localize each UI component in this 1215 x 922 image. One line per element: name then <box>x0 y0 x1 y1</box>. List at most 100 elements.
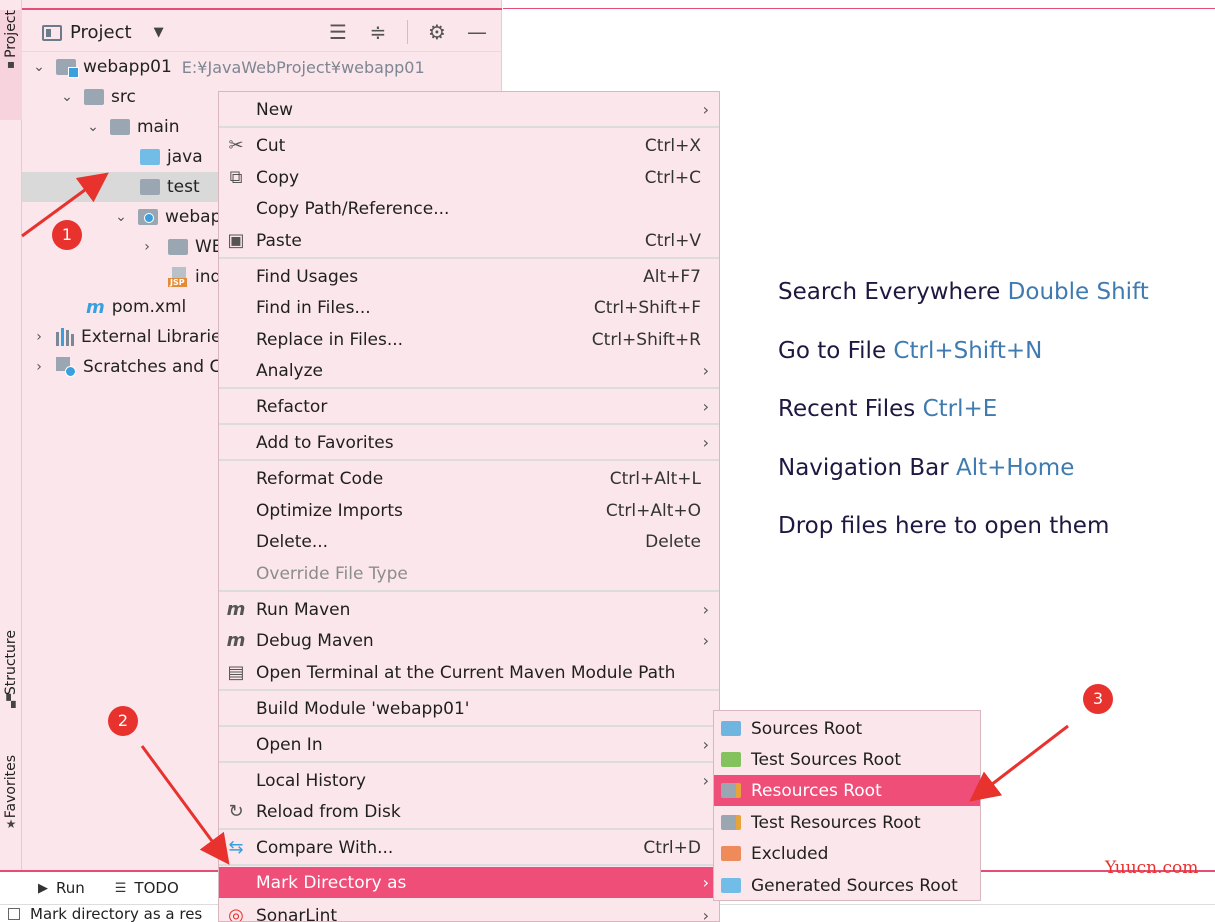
minimize-icon[interactable]: — <box>466 21 488 43</box>
test-resources-root-icon <box>721 815 741 830</box>
menu-item-shortcut: Delete <box>645 531 701 552</box>
menu-item-label: Debug Maven <box>256 630 374 651</box>
chevron-down-icon[interactable]: ⌄ <box>114 209 128 225</box>
menu-item-override-file-type: Override File Type <box>219 558 719 589</box>
hint-text: Drop files here to open them <box>778 513 1110 539</box>
project-view-selector[interactable]: Project ▼ <box>42 22 164 43</box>
menu-item-open-in[interactable]: Open In › <box>219 729 719 760</box>
star-icon: ★ <box>5 817 17 832</box>
menu-separator <box>219 689 719 691</box>
menu-item-shortcut: Ctrl+C <box>644 167 701 188</box>
clipboard-icon: ▣ <box>227 230 245 251</box>
submenu-item-excluded[interactable]: Excluded <box>714 838 980 869</box>
menu-item-add-to-favorites[interactable]: Add to Favorites › <box>219 427 719 458</box>
tree-node-webapp01[interactable]: ⌄ webapp01 E:¥JavaWebProject¥webapp01 <box>22 52 502 82</box>
bottom-tab-todo[interactable]: ☰ TODO <box>115 879 179 897</box>
menu-item-label: Find Usages <box>256 266 359 287</box>
bottom-tab-label: TODO <box>134 879 179 897</box>
menu-item-find-usages[interactable]: Find Usages Alt+F7 <box>219 261 719 292</box>
project-panel-header: Project ▼ ☰ ≑ ⚙ — <box>22 8 502 52</box>
submenu-item-label: Excluded <box>751 843 829 864</box>
submenu-item-resources-root[interactable]: Resources Root <box>714 775 980 806</box>
collapse-all-icon[interactable]: ≑ <box>367 21 389 43</box>
chevron-down-icon[interactable]: ⌄ <box>32 59 46 75</box>
menu-item-shortcut: Alt+F7 <box>643 266 701 287</box>
chevron-down-icon[interactable]: ⌄ <box>86 119 100 135</box>
tool-tab-favorites[interactable]: Favorites ★ <box>0 755 22 855</box>
menu-item-copy-path[interactable]: Copy Path/Reference... <box>219 193 719 224</box>
menu-item-replace-in-files[interactable]: Replace in Files... Ctrl+Shift+R <box>219 324 719 355</box>
menu-item-reformat-code[interactable]: Reformat Code Ctrl+Alt+L <box>219 463 719 494</box>
tree-node-label: src <box>111 87 136 107</box>
menu-item-find-in-files[interactable]: Find in Files... Ctrl+Shift+F <box>219 292 719 323</box>
menu-item-new[interactable]: New › <box>219 94 719 125</box>
menu-item-copy[interactable]: ⧉ Copy Ctrl+C <box>219 162 719 193</box>
bottom-tab-run[interactable]: ▶ Run <box>38 879 85 897</box>
hint-go-to-file: Go to File Ctrl+Shift+N <box>778 338 1042 364</box>
menu-item-compare-with[interactable]: ⇆ Compare With... Ctrl+D <box>219 832 719 863</box>
sonarlint-icon: ◎ <box>228 905 244 922</box>
maven-debug-icon: m <box>226 630 246 651</box>
menu-item-label: Cut <box>256 135 286 156</box>
tool-tab-structure[interactable]: Structure ▚ <box>0 630 22 730</box>
submenu-item-test-sources-root[interactable]: Test Sources Root <box>714 744 980 775</box>
scissors-icon: ✂ <box>228 135 244 156</box>
menu-item-refactor[interactable]: Refactor › <box>219 391 719 422</box>
toolbar-divider <box>407 20 408 44</box>
chevron-right-icon: › <box>702 600 709 619</box>
hint-drop-files: Drop files here to open them <box>778 513 1109 539</box>
menu-separator <box>219 387 719 389</box>
menu-item-analyze[interactable]: Analyze › <box>219 355 719 386</box>
chevron-down-icon[interactable]: ▼ <box>154 25 164 40</box>
menu-item-local-history[interactable]: Local History › <box>219 765 719 796</box>
submenu-item-generated-sources-root[interactable]: Generated Sources Root <box>714 870 980 901</box>
chevron-right-icon: › <box>702 771 709 790</box>
menu-item-paste[interactable]: ▣ Paste Ctrl+V <box>219 225 719 256</box>
menu-separator <box>219 126 719 128</box>
menu-item-optimize-imports[interactable]: Optimize Imports Ctrl+Alt+O <box>219 495 719 526</box>
chevron-right-icon: › <box>702 873 709 892</box>
tool-tab-project-label: Project <box>3 10 19 58</box>
chevron-right-icon[interactable]: › <box>32 329 46 345</box>
menu-separator <box>219 590 719 592</box>
jsp-file-icon: JSP <box>168 267 188 287</box>
menu-item-build-module[interactable]: Build Module 'webapp01' <box>219 693 719 724</box>
menu-item-debug-maven[interactable]: m Debug Maven › <box>219 625 719 656</box>
hint-text: Navigation Bar <box>778 455 949 481</box>
menu-item-shortcut: Ctrl+Shift+R <box>591 329 701 350</box>
gear-icon[interactable]: ⚙ <box>426 21 448 43</box>
menu-item-label: Copy Path/Reference... <box>256 198 450 219</box>
submenu-item-sources-root[interactable]: Sources Root <box>714 713 980 744</box>
menu-item-label: Run Maven <box>256 599 351 620</box>
menu-item-cut[interactable]: ✂ Cut Ctrl+X <box>219 130 719 161</box>
menu-separator <box>219 828 719 830</box>
menu-item-mark-directory-as[interactable]: Mark Directory as › <box>219 867 719 898</box>
menu-item-delete[interactable]: Delete... Delete <box>219 526 719 557</box>
menu-item-run-maven[interactable]: m Run Maven › <box>219 594 719 625</box>
hint-text: Recent Files <box>778 396 916 422</box>
chevron-right-icon[interactable]: › <box>32 359 46 375</box>
bottom-tab-label: Run <box>56 879 85 897</box>
menu-separator <box>219 459 719 461</box>
menu-item-label: Add to Favorites <box>256 432 394 453</box>
menu-item-label: Analyze <box>256 360 323 381</box>
expand-all-icon[interactable]: ☰ <box>327 21 349 43</box>
hint-text: Search Everywhere <box>778 279 1001 305</box>
compare-icon: ⇆ <box>228 837 244 858</box>
project-header-toolbar: ☰ ≑ ⚙ — <box>327 20 488 44</box>
tool-tab-project[interactable]: Project ▪ <box>0 10 22 120</box>
menu-item-label: Copy <box>256 167 300 188</box>
menu-item-open-terminal[interactable]: ▤ Open Terminal at the Current Maven Mod… <box>219 657 719 688</box>
chevron-right-icon[interactable]: › <box>140 239 154 255</box>
menu-item-reload-from-disk[interactable]: ↻ Reload from Disk <box>219 796 719 827</box>
submenu-item-test-resources-root[interactable]: Test Resources Root <box>714 807 980 838</box>
menu-item-shortcut: Ctrl+X <box>644 135 701 156</box>
generated-sources-root-icon <box>721 878 741 893</box>
status-toggle-icon[interactable] <box>8 907 20 920</box>
menu-item-sonarlint[interactable]: ◎ SonarLint › <box>219 900 719 922</box>
source-folder-icon <box>140 149 160 165</box>
menu-item-label: Delete... <box>256 531 329 552</box>
menu-item-shortcut: Ctrl+Alt+O <box>605 500 701 521</box>
hint-navigation-bar: Navigation Bar Alt+Home <box>778 455 1074 481</box>
chevron-down-icon[interactable]: ⌄ <box>60 89 74 105</box>
